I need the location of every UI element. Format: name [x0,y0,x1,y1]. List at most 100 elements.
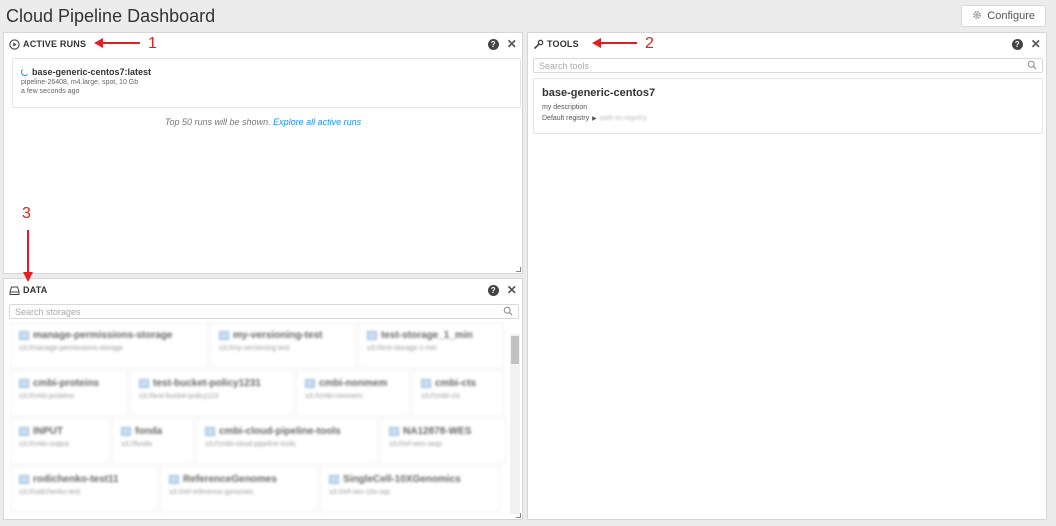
tool-description: my description [542,104,588,111]
tools-title: TOOLS [547,39,579,49]
storage-row: rodichenko-test11 s3://rodichenko-test R… [10,466,508,512]
hdd-icon [9,285,20,296]
tool-registry-label: Default registry [542,115,590,122]
storage-path: s3://cmbi-cts [421,393,461,400]
storage-tile[interactable]: cmbi-cloud-pipeline-tools s3://cmbi-clou… [196,418,378,464]
tool-name: base-generic-centos7 [542,87,656,99]
storage-path: s3://cmbi-nonmem [305,393,363,400]
storage-path: s3://my-versioning-test [219,345,290,352]
storage-tile[interactable]: cmbi-cts s3://cmbi-cts [412,370,504,416]
run-time: a few seconds ago [21,88,80,95]
help-icon[interactable]: ? [487,38,499,50]
search-icon [1027,60,1037,72]
storage-name: ReferenceGenomes [183,474,277,485]
storage-tile[interactable]: ReferenceGenomes s3://ref-reference-geno… [160,466,318,512]
resize-handle-icon[interactable] [516,513,521,518]
storage-tile[interactable]: cmbi-proteins s3://cmbi-proteins [10,370,128,416]
storage-path: s3://cmbi-proteins [19,393,75,400]
gear-icon [972,10,982,23]
annotation-number-2: 2 [645,35,654,52]
explore-all-runs-link[interactable]: Explore all active runs [273,117,361,127]
storage-row: INPUT s3://cmbi-output fonda s3://fonda … [10,418,508,464]
storage-scrollbar[interactable] [510,334,520,514]
storage-path: s3://rodichenko-test [19,489,81,496]
storage-search-input[interactable]: Search storages [9,304,519,319]
close-icon[interactable]: ✕ [507,284,517,296]
storage-tile[interactable]: manage-permissions-storage s3://manage-p… [10,322,208,368]
tools-search-input[interactable]: Search tools [533,58,1043,73]
active-runs-header: ACTIVE RUNS ? ✕ [4,33,522,55]
bucket-icon [19,379,29,388]
data-header: DATA ? ✕ [4,279,522,301]
storage-tile[interactable]: rodichenko-test11 s3://rodichenko-test [10,466,158,512]
close-icon[interactable]: ✕ [507,38,517,50]
bucket-icon [367,331,377,340]
search-icon [503,306,513,318]
runs-footer-text: Top 50 runs will be shown. [164,117,271,127]
storage-tile[interactable]: test-bucket-policy1231 s3://test-bucket-… [130,370,294,416]
bucket-icon [219,331,229,340]
bucket-icon [121,427,131,436]
runs-footer: Top 50 runs will be shown. Explore all a… [4,117,522,127]
tool-card[interactable]: base-generic-centos7 my description Defa… [533,78,1043,134]
wrench-icon [533,39,544,50]
data-title: DATA [23,285,48,295]
help-icon[interactable]: ? [1011,38,1023,50]
help-icon[interactable]: ? [487,284,499,296]
bucket-icon [19,331,29,340]
storage-tile[interactable]: test-storage_1_min s3://test-storage-1-m… [358,322,504,368]
storage-tile[interactable]: fonda s3://fonda [112,418,194,464]
bucket-icon [305,379,315,388]
storage-name: test-storage_1_min [381,330,473,341]
annotation-arrow-1 [94,38,140,48]
storage-name: cmbi-cts [435,378,477,389]
run-details: pipeline-26408, m4.large, spot, 10 Gb [21,79,139,86]
storage-row: manage-permissions-storage s3://manage-p… [10,322,508,368]
tools-search-placeholder: Search tools [539,60,590,71]
storage-path: s3://fonda [121,441,152,448]
caret-right-icon: ▶ [592,116,597,122]
storage-grid: manage-permissions-storage s3://manage-p… [10,322,508,517]
active-runs-panel: ACTIVE RUNS ? ✕ base-generic-centos7:lat… [3,32,523,274]
storage-name: NA12878-WES [403,426,472,437]
configure-label: Configure [987,10,1035,22]
storage-name: cmbi-nonmem [319,378,388,389]
annotation-number-3: 3 [22,205,31,222]
storage-path: s3://ref-sim-10x-sqc [329,489,391,496]
storage-tile[interactable]: my-versioning-test s3://my-versioning-te… [210,322,356,368]
run-card[interactable]: base-generic-centos7:latest pipeline-264… [12,58,521,108]
resize-handle-icon[interactable] [516,267,521,272]
scrollbar-thumb[interactable] [511,336,519,364]
storage-name: test-bucket-policy1231 [153,378,261,389]
bucket-icon [169,475,179,484]
configure-button[interactable]: Configure [961,5,1046,27]
running-spinner-icon [21,68,29,76]
storage-tile[interactable]: SingleCell-10XGenomics s3://ref-sim-10x-… [320,466,500,512]
tool-registry-value: path-to-registry [599,115,647,122]
storage-search-placeholder: Search storages [15,306,81,317]
storage-tile[interactable]: NA12878-WES s3://ref-wes-seqs [380,418,506,464]
storage-tile[interactable]: cmbi-nonmem s3://cmbi-nonmem [296,370,410,416]
storage-name: manage-permissions-storage [33,330,173,341]
annotation-arrow-2 [592,38,637,48]
bucket-icon [421,379,431,388]
storage-path: s3://cmbi-output [19,441,69,448]
play-circle-icon [9,38,20,50]
storage-name: fonda [135,426,163,437]
page-title: Cloud Pipeline Dashboard [6,6,216,26]
bucket-icon [389,427,399,436]
storage-path: s3://test-storage-1-min [367,345,438,352]
bucket-icon [205,427,215,436]
storage-tile[interactable]: INPUT s3://cmbi-output [10,418,110,464]
storage-row: cmbi-proteins s3://cmbi-proteins test-bu… [10,370,508,416]
storage-path: s3://manage-permissions-storage [19,345,123,352]
storage-name: rodichenko-test11 [33,474,119,485]
storage-path: s3://ref-wes-seqs [389,441,443,448]
close-icon[interactable]: ✕ [1031,38,1041,50]
active-runs-title: ACTIVE RUNS [23,39,87,49]
storage-name: INPUT [33,426,63,437]
data-panel: DATA ? ✕ Search storages manage-permissi… [3,278,523,520]
storage-path: s3://ref-reference-genomes [169,489,254,496]
storage-name: cmbi-cloud-pipeline-tools [219,426,341,437]
annotation-number-1: 1 [148,35,157,52]
